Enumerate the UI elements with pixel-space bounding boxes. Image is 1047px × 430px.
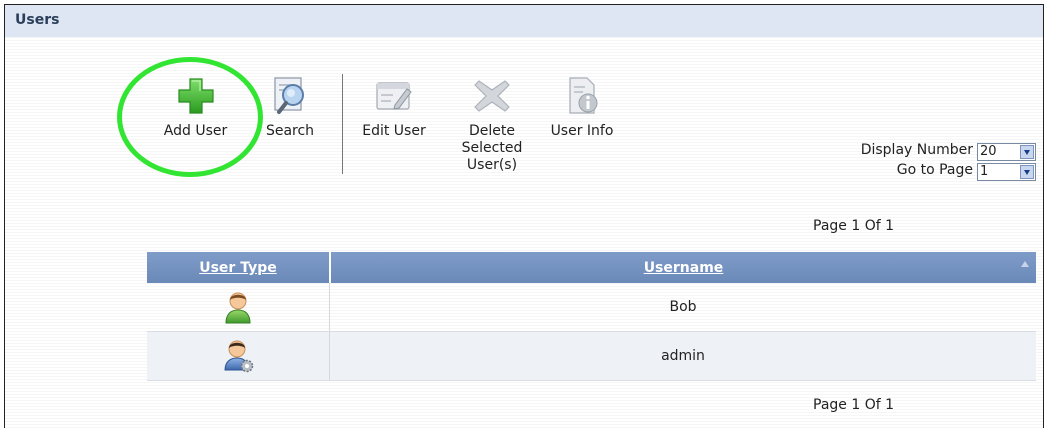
user-info-button[interactable]: User Info	[541, 75, 623, 145]
go-to-page-label: Go to Page	[896, 162, 973, 178]
username-cell: admin	[661, 348, 705, 364]
search-icon	[274, 77, 304, 114]
toolbar-separator	[342, 74, 343, 174]
delete-x-icon	[474, 80, 510, 112]
search-label: Search	[265, 123, 315, 139]
search-button[interactable]: Search	[257, 75, 323, 145]
table-header: User Type Username	[147, 252, 1036, 283]
edit-icon	[376, 82, 412, 110]
column-header-user-type[interactable]: User Type	[147, 252, 329, 283]
user-type-cell	[147, 332, 329, 380]
display-number-value: 20	[980, 144, 997, 159]
add-user-label: Add User	[163, 123, 228, 139]
plus-icon	[177, 78, 214, 114]
delete-selected-button[interactable]: Delete Selected User(s)	[452, 75, 532, 185]
chevron-down-icon[interactable]	[1020, 165, 1034, 179]
delete-selected-label: Delete Selected User(s)	[461, 123, 523, 173]
user-info-label: User Info	[550, 123, 614, 139]
user-type-cell	[147, 283, 329, 331]
sort-up-icon[interactable]	[1021, 261, 1029, 267]
info-icon	[569, 77, 598, 114]
table-row[interactable]: admin	[147, 332, 1036, 381]
panel-title: Users	[15, 12, 60, 28]
pagination-bottom: Page 1 Of 1	[813, 397, 895, 413]
column-header-username[interactable]: Username	[331, 252, 1036, 283]
edit-user-button[interactable]: Edit User	[353, 75, 435, 145]
users-table: User Type Username Bob admin	[147, 252, 1036, 381]
admin-user-icon	[224, 340, 254, 373]
panel-header: Users	[5, 5, 1043, 37]
go-to-page-value: 1	[980, 164, 989, 179]
edit-user-label: Edit User	[362, 123, 426, 139]
go-to-page-select[interactable]: 1	[977, 163, 1036, 181]
username-cell: Bob	[669, 299, 697, 315]
display-number-select[interactable]: 20	[977, 143, 1036, 161]
user-icon	[225, 292, 251, 324]
pagination-top: Page 1 Of 1	[813, 218, 895, 234]
users-panel: Users Add User Search Edit User Delete S…	[4, 4, 1044, 428]
chevron-down-icon[interactable]	[1020, 145, 1034, 159]
add-user-button[interactable]: Add User	[148, 75, 243, 145]
table-row[interactable]: Bob	[147, 283, 1036, 332]
display-number-label: Display Number	[860, 142, 973, 158]
